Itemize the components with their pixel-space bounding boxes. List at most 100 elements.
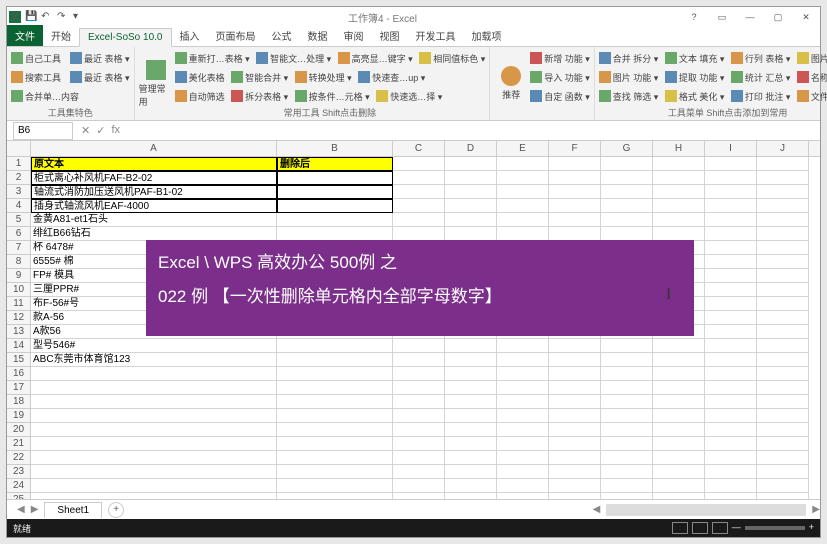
cell[interactable] xyxy=(393,423,445,437)
rbn-recommend-big[interactable]: 推荐 xyxy=(494,49,528,118)
cell[interactable] xyxy=(445,171,497,185)
cell[interactable] xyxy=(653,423,705,437)
cell[interactable] xyxy=(497,213,549,227)
cell[interactable] xyxy=(393,157,445,171)
row-header[interactable]: 3 xyxy=(7,185,31,199)
cell[interactable] xyxy=(497,157,549,171)
row-header[interactable]: 19 xyxy=(7,409,31,423)
cell[interactable]: 轴流式消防加压送风机PAF-B1-02 xyxy=(31,185,277,199)
cell[interactable] xyxy=(653,381,705,395)
cell[interactable] xyxy=(445,423,497,437)
cell[interactable] xyxy=(497,185,549,199)
col-header-I[interactable]: I xyxy=(705,141,757,156)
tab-developer[interactable]: 开发工具 xyxy=(408,25,464,46)
cell[interactable] xyxy=(393,479,445,493)
cell[interactable] xyxy=(705,339,757,353)
qat-more-icon[interactable]: ▾ xyxy=(73,11,85,23)
cell[interactable] xyxy=(497,465,549,479)
cell[interactable] xyxy=(393,227,445,241)
cell[interactable] xyxy=(393,367,445,381)
cell[interactable] xyxy=(601,409,653,423)
cell[interactable] xyxy=(393,353,445,367)
cell[interactable] xyxy=(549,157,601,171)
cell[interactable] xyxy=(757,409,809,423)
cell[interactable] xyxy=(601,157,653,171)
cell[interactable] xyxy=(705,227,757,241)
cell[interactable] xyxy=(497,339,549,353)
cell[interactable] xyxy=(31,479,277,493)
row-header[interactable]: 6 xyxy=(7,227,31,241)
cell[interactable] xyxy=(393,185,445,199)
row-header[interactable]: 16 xyxy=(7,367,31,381)
cell[interactable] xyxy=(705,185,757,199)
cell[interactable] xyxy=(445,213,497,227)
cell[interactable] xyxy=(277,213,393,227)
cell[interactable] xyxy=(601,465,653,479)
cell[interactable] xyxy=(497,381,549,395)
cell[interactable] xyxy=(549,451,601,465)
cell[interactable] xyxy=(549,423,601,437)
view-layout-icon[interactable] xyxy=(692,522,708,534)
cell[interactable] xyxy=(757,423,809,437)
cell[interactable] xyxy=(705,269,757,283)
cell[interactable] xyxy=(277,339,393,353)
cell[interactable] xyxy=(705,395,757,409)
col-header-C[interactable]: C xyxy=(393,141,445,156)
sheet-nav-prev-icon[interactable]: ◀ xyxy=(17,504,25,515)
cell[interactable] xyxy=(705,479,757,493)
cell[interactable] xyxy=(549,227,601,241)
cell[interactable] xyxy=(601,213,653,227)
cell[interactable] xyxy=(705,199,757,213)
cell[interactable] xyxy=(705,283,757,297)
col-header-H[interactable]: H xyxy=(653,141,705,156)
cell[interactable] xyxy=(277,353,393,367)
cell[interactable] xyxy=(497,423,549,437)
cell[interactable] xyxy=(31,451,277,465)
cell[interactable] xyxy=(277,395,393,409)
cell[interactable] xyxy=(393,339,445,353)
cell[interactable] xyxy=(277,465,393,479)
cell[interactable] xyxy=(757,213,809,227)
row-header[interactable]: 9 xyxy=(7,269,31,283)
cell[interactable] xyxy=(601,353,653,367)
rbn-g4-row2[interactable]: 图片 功能 ▾ 提取 功能 ▾ 统计 汇总 ▾ 名称 批注 ▾ xyxy=(599,68,827,86)
cell[interactable] xyxy=(445,409,497,423)
cell[interactable] xyxy=(393,381,445,395)
row-header[interactable]: 18 xyxy=(7,395,31,409)
cell[interactable] xyxy=(705,157,757,171)
tab-insert[interactable]: 插入 xyxy=(172,25,208,46)
tab-view[interactable]: 视图 xyxy=(372,25,408,46)
row-header[interactable]: 13 xyxy=(7,325,31,339)
cell[interactable]: 插身式轴流风机EAF-4000 xyxy=(31,199,277,213)
rbn-merge-content[interactable]: 合并单…内容 xyxy=(11,87,130,105)
tab-home[interactable]: 开始 xyxy=(43,25,79,46)
cell[interactable] xyxy=(653,437,705,451)
cell[interactable] xyxy=(757,311,809,325)
cell[interactable] xyxy=(497,437,549,451)
add-sheet-button[interactable]: + xyxy=(108,502,124,518)
cell[interactable]: 删除后 xyxy=(277,157,393,171)
cell[interactable] xyxy=(601,367,653,381)
cell[interactable] xyxy=(549,381,601,395)
rbn-g4-row1[interactable]: 合并 拆分 ▾ 文本 填充 ▾ 行列 表格 ▾ 图片 图表 ▾ xyxy=(599,49,827,67)
cell[interactable] xyxy=(445,451,497,465)
fx-confirm-icon[interactable]: ✓ xyxy=(96,124,105,137)
cell[interactable] xyxy=(705,381,757,395)
cell[interactable] xyxy=(757,465,809,479)
cell[interactable]: 原文本 xyxy=(31,157,277,171)
cell[interactable] xyxy=(277,227,393,241)
cell[interactable] xyxy=(757,255,809,269)
cell[interactable] xyxy=(601,437,653,451)
rbn-g2-row3[interactable]: 自动筛选 拆分表格 ▾ 按条件…元格 ▾ 快速选…择 ▾ xyxy=(175,87,486,105)
cell[interactable] xyxy=(549,395,601,409)
cell[interactable] xyxy=(497,227,549,241)
cell[interactable] xyxy=(445,353,497,367)
cell[interactable]: 柜式离心补风机FAF-B2-02 xyxy=(31,171,277,185)
cell[interactable] xyxy=(445,381,497,395)
qat-undo-icon[interactable]: ↶ xyxy=(41,11,53,23)
cell[interactable] xyxy=(549,353,601,367)
cell[interactable] xyxy=(705,241,757,255)
cell[interactable] xyxy=(757,157,809,171)
cell[interactable] xyxy=(653,185,705,199)
row-header[interactable]: 10 xyxy=(7,283,31,297)
